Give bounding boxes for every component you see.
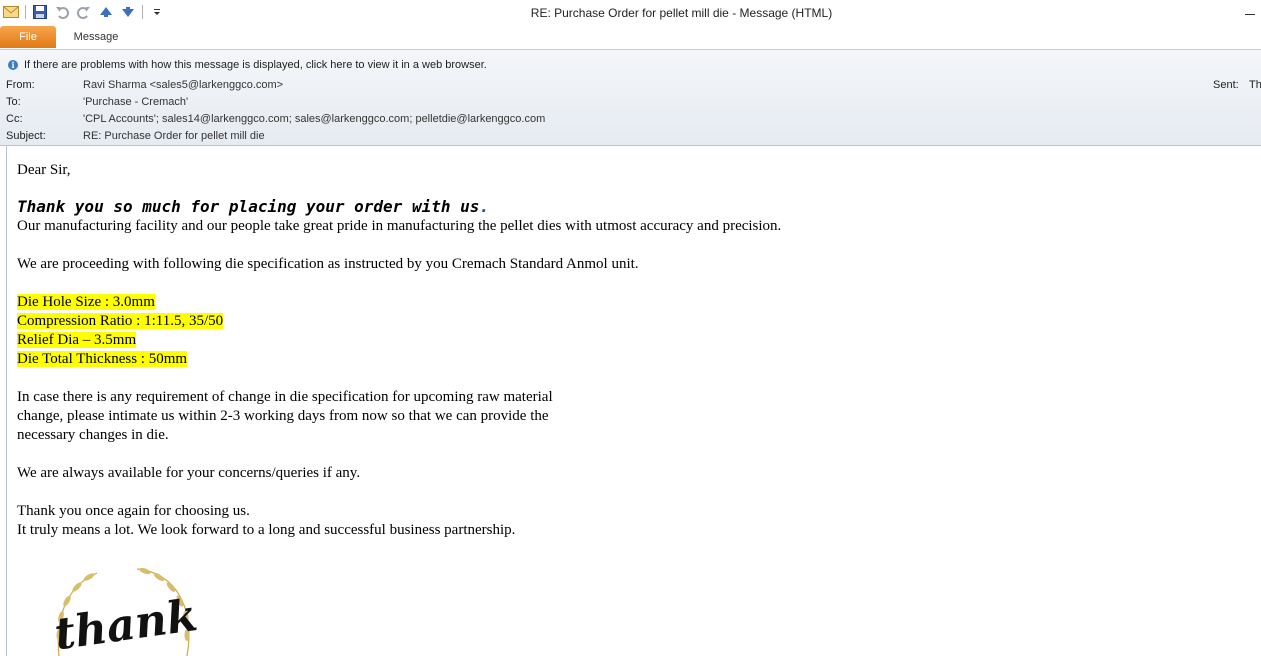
message-header: i If there are problems with how this me… (0, 50, 1261, 146)
closing-line: It truly means a lot. We look forward to… (17, 522, 516, 538)
from-value[interactable]: Ravi Sharma <sales5@larkenggco.com> (83, 79, 283, 91)
spec-compression-ratio: Compression Ratio : 1:11.5, 35/50 (17, 313, 224, 329)
title-bar: RE: Purchase Order for pellet mill die -… (0, 0, 1261, 25)
spec-die-hole-size: Die Hole Size : 3.0mm (17, 294, 155, 310)
cc-value[interactable]: 'CPL Accounts'; sales14@larkenggco.com; … (83, 113, 545, 125)
paragraph-specification: We are proceeding with following die spe… (17, 256, 639, 272)
closing-line: Thank you once again for choosing us. (17, 503, 250, 519)
paragraph-availability: We are always available for your concern… (17, 465, 361, 481)
from-label: From: (6, 79, 35, 91)
spec-line: Die Hole Size : 3.0mm (17, 293, 1247, 312)
info-bar[interactable]: i If there are problems with how this me… (8, 58, 487, 72)
info-bar-text: If there are problems with how this mess… (24, 59, 487, 71)
message-body[interactable]: Dear Sir, Thank you so much for placing … (6, 146, 1261, 656)
paragraph-change-line: In case there is any requirement of chan… (17, 389, 553, 405)
cc-label: Cc: (6, 113, 23, 125)
thanks-heading-end: . (479, 197, 490, 216)
info-icon: i (8, 60, 18, 70)
cc-row: Cc: 'CPL Accounts'; sales14@larkenggco.c… (6, 112, 545, 126)
window-title: RE: Purchase Order for pellet mill die -… (530, 6, 833, 20)
thank-you-image: thank you (51, 567, 197, 656)
spec-line: Die Total Thickness : 50mm (17, 350, 1247, 369)
greeting: Dear Sir, (17, 162, 71, 178)
subject-value: RE: Purchase Order for pellet mill die (83, 130, 265, 142)
paragraph-change-line: change, please intimate us within 2-3 wo… (17, 408, 549, 424)
tab-message[interactable]: Message (64, 26, 128, 48)
from-row: From: Ravi Sharma <sales5@larkenggco.com… (6, 78, 283, 92)
thanks-heading-text: Thank you so much for placing your order… (17, 197, 480, 216)
spec-total-thickness: Die Total Thickness : 50mm (17, 351, 188, 367)
spec-line: Compression Ratio : 1:11.5, 35/50 (17, 312, 1247, 331)
spec-relief-dia: Relief Dia – 3.5mm (17, 332, 137, 348)
to-value[interactable]: 'Purchase - Cremach' (83, 96, 188, 108)
tab-file[interactable]: File (0, 26, 56, 48)
to-row: To: 'Purchase - Cremach' (6, 95, 188, 109)
sent-label: Sent: (1213, 79, 1239, 91)
spec-line: Relief Dia – 3.5mm (17, 331, 1247, 350)
subject-label: Subject: (6, 130, 46, 142)
paragraph-facility: Our manufacturing facility and our peopl… (17, 218, 782, 234)
subject-row: Subject: RE: Purchase Order for pellet m… (6, 129, 265, 143)
message-content: Dear Sir, Thank you so much for placing … (17, 161, 1247, 540)
minimize-button[interactable] (1240, 2, 1260, 22)
ribbon-tabs: File Message (0, 25, 1261, 50)
to-label: To: (6, 96, 21, 108)
sent-value: Th (1249, 79, 1261, 91)
thanks-heading: Thank you so much for placing your order… (17, 197, 1247, 217)
paragraph-change-line: necessary changes in die. (17, 427, 169, 443)
